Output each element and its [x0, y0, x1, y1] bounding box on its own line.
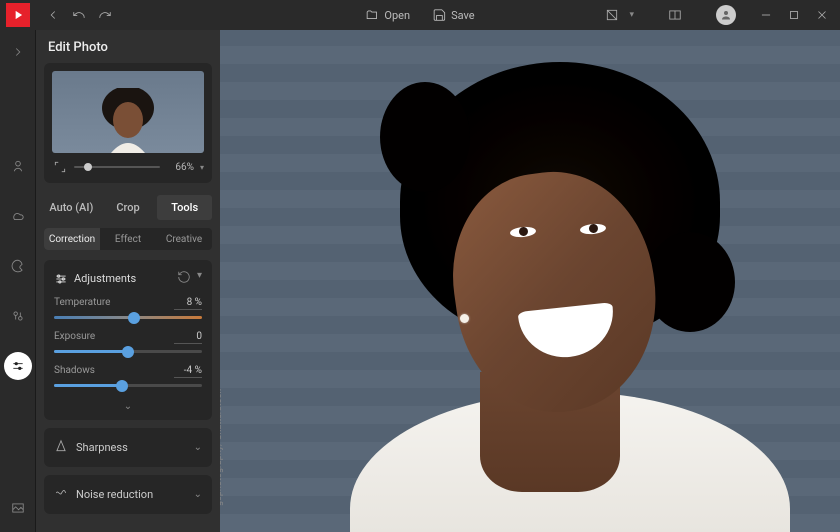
window-close-button[interactable]	[810, 3, 834, 27]
gallery-icon[interactable]	[4, 494, 32, 522]
slider-value[interactable]: -4 %	[174, 365, 202, 378]
reset-icon[interactable]	[177, 270, 191, 287]
collapsible-sections: Sharpness ⌄ Noise reduction ⌄	[44, 428, 212, 522]
main-tabs: Auto (AI)CropTools	[44, 195, 212, 220]
weather-tool-icon[interactable]	[4, 202, 32, 230]
sub-tabs: CorrectionEffectCreative	[44, 228, 212, 250]
chevron-down-icon: ⌄	[194, 442, 202, 453]
window-minimize-button[interactable]	[754, 3, 778, 27]
panel-title: Edit Photo	[44, 40, 212, 55]
topbar-right-group: ▾	[599, 2, 834, 28]
preview-thumbnail[interactable]	[52, 71, 204, 153]
tab-tools[interactable]: Tools	[157, 195, 212, 220]
zoom-value[interactable]: 66%	[166, 162, 194, 173]
window-maximize-button[interactable]	[782, 3, 806, 27]
adjustments-tool-icon[interactable]	[4, 352, 32, 380]
slider-label: Temperature	[54, 297, 111, 310]
subtab-creative[interactable]: Creative	[156, 228, 212, 250]
slider-track[interactable]	[54, 316, 202, 319]
slider-temperature: Temperature 8 %	[54, 297, 202, 319]
slider-track[interactable]	[54, 384, 202, 387]
chevron-down-icon[interactable]: ▾	[197, 270, 202, 287]
main-area: Edit Photo 66% ▾ Auto (AI)CropTools Corr…	[0, 30, 840, 532]
rail-collapse-button[interactable]	[4, 38, 32, 66]
adjustments-section: Adjustments ▾ Temperature 8 % Exposure 0 S…	[44, 260, 212, 420]
compare-button[interactable]	[662, 2, 688, 28]
section-noise-reduction[interactable]: Noise reduction ⌄	[44, 475, 212, 514]
slider-value[interactable]: 0	[174, 331, 202, 344]
sliders-icon	[54, 272, 68, 286]
section-sharpness[interactable]: Sharpness ⌄	[44, 428, 212, 467]
slider-label: Shadows	[54, 365, 95, 378]
fit-screen-icon[interactable]	[52, 159, 68, 175]
topbar-center-group: Open Save	[357, 4, 482, 26]
app-logo[interactable]	[6, 3, 30, 27]
portrait-tool-icon[interactable]	[4, 152, 32, 180]
user-avatar[interactable]	[716, 5, 736, 25]
adjustments-title: Adjustments	[74, 272, 136, 285]
side-rail	[0, 30, 36, 532]
subtab-correction[interactable]: Correction	[44, 228, 100, 250]
canvas-area[interactable]: gephotography/ Shutterstock	[220, 30, 840, 532]
image-credit: gephotography/ Shutterstock	[220, 389, 224, 506]
color-tool-icon[interactable]	[4, 252, 32, 280]
top-bar: Open Save ▾	[0, 0, 840, 30]
settings-tool-icon[interactable]	[4, 302, 32, 330]
preview-box: 66% ▾	[44, 63, 212, 183]
redo-button[interactable]	[92, 2, 118, 28]
adjustments-header: Adjustments ▾	[54, 270, 202, 287]
zoom-control: 66% ▾	[52, 159, 204, 175]
save-button[interactable]: Save	[424, 4, 483, 26]
caret-icon: ▾	[629, 10, 634, 20]
chevron-down-icon: ⌄	[194, 489, 202, 500]
open-button[interactable]: Open	[357, 4, 418, 26]
tab-crop[interactable]: Crop	[101, 195, 156, 220]
tab-auto-ai-[interactable]: Auto (AI)	[44, 195, 99, 220]
slider-label: Exposure	[54, 331, 95, 344]
undo-button[interactable]	[66, 2, 92, 28]
zoom-dropdown-caret[interactable]: ▾	[200, 163, 204, 172]
canvas-image	[220, 30, 840, 532]
sliders-container: Temperature 8 % Exposure 0 Shadows -4 %	[54, 297, 202, 387]
slider-shadows: Shadows -4 %	[54, 365, 202, 387]
slider-exposure: Exposure 0	[54, 331, 202, 353]
subtab-effect[interactable]: Effect	[100, 228, 156, 250]
save-label: Save	[451, 9, 475, 22]
noise-reduction-icon	[54, 485, 68, 504]
sharpness-icon	[54, 438, 68, 457]
expand-more-icon[interactable]: ⌄	[54, 399, 202, 414]
section-label: Sharpness	[76, 441, 186, 454]
edit-panel: Edit Photo 66% ▾ Auto (AI)CropTools Corr…	[36, 30, 220, 532]
slider-value[interactable]: 8 %	[174, 297, 202, 310]
slider-track[interactable]	[54, 350, 202, 353]
adjust-tool-button[interactable]	[599, 2, 625, 28]
zoom-slider[interactable]	[74, 166, 160, 168]
open-label: Open	[384, 9, 410, 22]
collapse-panel-button[interactable]	[40, 2, 66, 28]
section-label: Noise reduction	[76, 488, 186, 501]
